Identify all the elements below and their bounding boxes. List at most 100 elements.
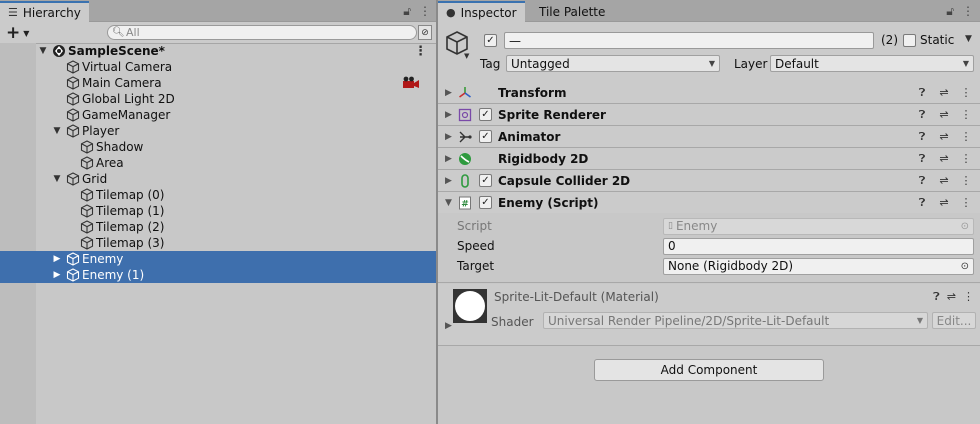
foldout-collapsed-icon[interactable]: ▶ xyxy=(52,270,62,280)
add-component-button[interactable]: Add Component xyxy=(594,359,824,381)
component-name: Animator xyxy=(498,129,561,144)
component-enabled-checkbox[interactable] xyxy=(479,130,492,143)
material-section: Sprite-Lit-Default (Material) ▶ Shader U… xyxy=(438,284,980,346)
object-name-field[interactable]: — xyxy=(504,32,874,49)
tab-hierarchy[interactable]: ☰ Hierarchy xyxy=(0,1,89,22)
foldout-expanded-icon[interactable]: ▼ xyxy=(445,198,452,208)
foldout-collapsed-icon[interactable]: ▶ xyxy=(52,254,62,264)
more-vertical-icon[interactable]: ⋮ xyxy=(963,290,974,304)
preset-icon[interactable]: ⇌ xyxy=(938,86,950,99)
tag-dropdown[interactable]: Untagged ▼ xyxy=(506,55,720,72)
more-vertical-icon[interactable]: ⋮ xyxy=(414,44,427,59)
preset-icon[interactable]: ⇌ xyxy=(938,174,950,187)
foldout-collapsed-icon[interactable]: ▶ xyxy=(445,88,452,98)
component-header[interactable]: ▶ Sprite Renderer ❓︎ ⇌ ⋮ xyxy=(438,104,980,126)
foldout-expanded-icon[interactable]: ▼ xyxy=(52,126,62,136)
lock-icon[interactable]: 🔓︎ xyxy=(946,4,954,19)
static-dropdown-icon[interactable]: ▼ xyxy=(965,34,972,44)
help-icon[interactable]: ❓︎ xyxy=(916,86,928,100)
component-enabled-checkbox[interactable] xyxy=(479,196,492,209)
shader-label: Shader xyxy=(491,315,534,329)
static-checkbox[interactable] xyxy=(903,34,916,47)
help-icon[interactable]: ❓︎ xyxy=(916,196,928,210)
hierarchy-item[interactable]: Virtual Camera xyxy=(0,59,437,75)
component-header[interactable]: ▶ Rigidbody 2D ❓︎ ⇌ ⋮ xyxy=(438,148,980,170)
gameobject-cube-icon xyxy=(66,108,80,122)
more-vertical-icon[interactable]: ⋮ xyxy=(419,4,431,19)
foldout-expanded-icon[interactable]: ▼ xyxy=(52,174,62,184)
search-filter-icon[interactable]: ⊘ xyxy=(418,25,432,40)
more-vertical-icon[interactable]: ⋮ xyxy=(960,130,972,143)
add-object-button[interactable]: + ▼ xyxy=(6,24,36,42)
help-icon[interactable]: ❓︎ xyxy=(916,174,928,188)
component-enabled-checkbox[interactable] xyxy=(479,108,492,121)
active-checkbox[interactable] xyxy=(484,34,497,47)
object-picker-icon[interactable]: ⊙ xyxy=(961,261,969,272)
hierarchy-item[interactable]: Tilemap (1) xyxy=(0,203,437,219)
preset-icon[interactable]: ⇌ xyxy=(938,152,950,165)
preset-icon[interactable]: ⇌ xyxy=(938,196,950,209)
hierarchy-item-label: Enemy xyxy=(82,252,124,266)
foldout-collapsed-icon[interactable]: ▶ xyxy=(445,154,452,164)
material-actions: ❓︎ ⇌ ⋮ xyxy=(933,290,974,304)
foldout-collapsed-icon[interactable]: ▶ xyxy=(445,110,452,120)
help-icon[interactable]: ❓︎ xyxy=(916,108,928,122)
hierarchy-item[interactable]: Tilemap (2) xyxy=(0,219,437,235)
more-vertical-icon[interactable]: ⋮ xyxy=(960,196,972,209)
edit-shader-button[interactable]: Edit... xyxy=(932,312,976,329)
script-file-icon: ▯ xyxy=(668,221,673,231)
component-actions: ❓︎ ⇌ ⋮ xyxy=(916,152,972,166)
component-header[interactable]: ▶ Transform ❓︎ ⇌ ⋮ xyxy=(438,82,980,104)
material-preview xyxy=(453,289,487,323)
script-value: Enemy xyxy=(675,219,718,233)
hierarchy-item[interactable]: Shadow xyxy=(0,139,437,155)
hierarchy-item[interactable]: ▼ Grid xyxy=(0,171,437,187)
hierarchy-item-label: Tilemap (3) xyxy=(96,236,165,250)
caret-down-icon[interactable]: ▼ xyxy=(464,52,469,60)
component-actions: ❓︎ ⇌ ⋮ xyxy=(916,174,972,188)
component-header[interactable]: ▶ Capsule Collider 2D ❓︎ ⇌ ⋮ xyxy=(438,170,980,192)
help-icon[interactable]: ❓︎ xyxy=(916,130,928,144)
preset-icon[interactable]: ⇌ xyxy=(947,290,956,304)
component-header[interactable]: ▶ Animator ❓︎ ⇌ ⋮ xyxy=(438,126,980,148)
help-icon[interactable]: ❓︎ xyxy=(916,152,928,166)
hierarchy-item[interactable]: Main Camera xyxy=(0,75,437,91)
hierarchy-item[interactable]: ▶ Enemy xyxy=(0,251,437,267)
component-header[interactable]: ▼ # Enemy (Script) ❓︎ ⇌ ⋮ xyxy=(438,192,980,214)
lock-icon[interactable]: 🔓︎ xyxy=(403,4,411,19)
component-enabled-checkbox[interactable] xyxy=(479,174,492,187)
scene-row[interactable]: ▼ SampleScene* ⋮ xyxy=(0,43,437,59)
svg-text:#: # xyxy=(461,199,469,209)
help-icon[interactable]: ❓︎ xyxy=(933,290,940,304)
hierarchy-item[interactable]: ▼ Player xyxy=(0,123,437,139)
list-icon: ☰ xyxy=(8,6,18,19)
foldout-collapsed-icon[interactable]: ▶ xyxy=(445,132,452,142)
material-foldout-arrow[interactable]: ▶ xyxy=(445,321,452,331)
tab-tile-palette[interactable]: Tile Palette xyxy=(531,2,613,22)
hierarchy-item-label: Grid xyxy=(82,172,108,186)
foldout-collapsed-icon[interactable]: ▶ xyxy=(445,176,452,186)
hierarchy-item[interactable]: Global Light 2D xyxy=(0,91,437,107)
layer-dropdown[interactable]: Default ▼ xyxy=(770,55,974,72)
shader-dropdown[interactable]: Universal Render Pipeline/2D/Sprite-Lit-… xyxy=(543,312,928,329)
hierarchy-item[interactable]: Tilemap (3) xyxy=(0,235,437,251)
more-vertical-icon[interactable]: ⋮ xyxy=(960,174,972,187)
more-vertical-icon[interactable]: ⋮ xyxy=(962,4,974,19)
more-vertical-icon[interactable]: ⋮ xyxy=(960,152,972,165)
object-picker-icon: ⊙ xyxy=(960,220,969,232)
preset-icon[interactable]: ⇌ xyxy=(938,130,950,143)
speed-field[interactable]: 0 xyxy=(663,237,974,255)
tab-inspector[interactable]: ● Inspector xyxy=(438,1,525,22)
hierarchy-item[interactable]: ▶ Enemy (1) xyxy=(0,267,437,283)
hierarchy-item[interactable]: Area xyxy=(0,155,437,171)
more-vertical-icon[interactable]: ⋮ xyxy=(960,108,972,121)
hierarchy-item[interactable]: GameManager xyxy=(0,107,437,123)
more-vertical-icon[interactable]: ⋮ xyxy=(960,86,972,99)
search-input[interactable] xyxy=(126,26,396,39)
hierarchy-search[interactable]: 🔍︎ xyxy=(107,25,417,40)
target-field[interactable]: None (Rigidbody 2D) ⊙ xyxy=(663,257,974,275)
foldout-expanded-icon[interactable]: ▼ xyxy=(38,46,48,56)
hierarchy-item[interactable]: Tilemap (0) xyxy=(0,187,437,203)
preset-icon[interactable]: ⇌ xyxy=(938,108,950,121)
component-name: Transform xyxy=(498,85,567,100)
